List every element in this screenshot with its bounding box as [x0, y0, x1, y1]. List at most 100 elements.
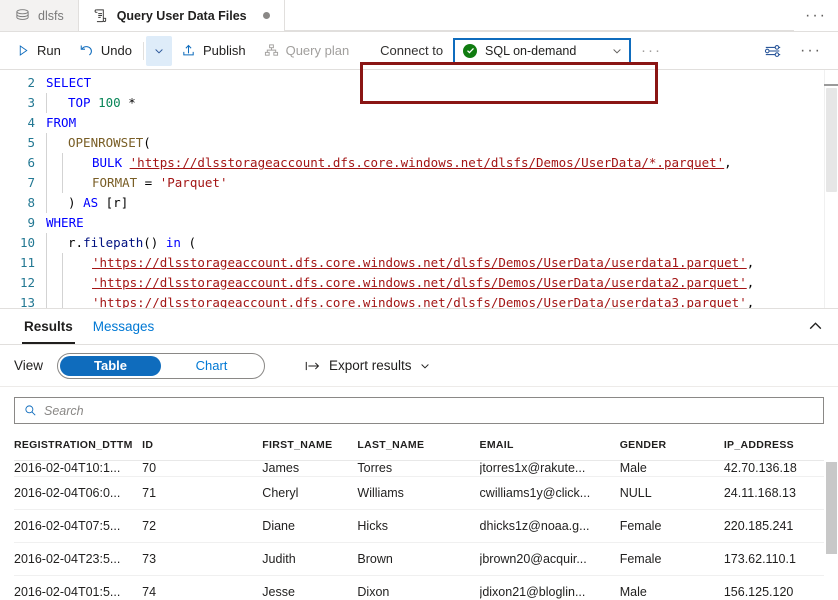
tab-strip: dlsfs Query User Data Files ···	[0, 0, 838, 32]
table-row[interactable]: 2016-02-04T10:1... 70 James Torres jtorres1x…	[14, 460, 824, 477]
collapse-results-chevron-up-icon[interactable]	[792, 309, 838, 344]
table-cell: 156.125.120	[723, 575, 824, 600]
code-line: 13 'https://dlsstorageaccount.dfs.core.wi…	[0, 293, 838, 308]
indent-guide	[46, 253, 62, 273]
view-mode-toggle: Table Chart	[57, 352, 266, 379]
code-line: 7 FORMAT = 'Parquet'	[0, 173, 838, 193]
code-text: TOP 100 *	[68, 93, 136, 113]
query-editor-window: dlsfs Query User Data Files ··· Run Undo…	[0, 0, 838, 600]
play-icon	[15, 43, 31, 59]
code-token: r	[68, 235, 76, 250]
sql-code-editor[interactable]: 2 SELECT 3 TOP 100 * 4 FROM 5 OPENROWSET(6 BULK …	[0, 70, 838, 308]
code-line: 4 FROM	[0, 113, 838, 133]
results-vertical-scrollbar[interactable]	[825, 460, 838, 600]
table-cell: Male	[619, 460, 724, 477]
column-header[interactable]: GENDER	[619, 430, 724, 461]
publish-button[interactable]: Publish	[172, 36, 255, 66]
tab-query-user-data-files[interactable]: Query User Data Files	[78, 0, 285, 31]
column-header[interactable]: FIRST_NAME	[262, 430, 358, 461]
indent-guide	[46, 173, 62, 193]
connection-dropdown[interactable]: SQL on-demand	[453, 37, 632, 64]
column-header[interactable]: ID	[142, 430, 263, 461]
tab-dlsfs[interactable]: dlsfs	[0, 0, 79, 31]
tab-label: Query User Data Files	[116, 8, 247, 23]
table-cell: Diane	[262, 509, 358, 543]
results-view-toolbar: View Table Chart Export results	[0, 345, 838, 387]
code-token: ,	[746, 295, 755, 308]
code-token: OPENROWSET	[68, 135, 144, 150]
table-cell: Williams	[357, 476, 480, 510]
table-cell: Torres	[357, 460, 480, 477]
results-search-row: Search	[0, 387, 838, 430]
undo-button[interactable]: Undo	[70, 36, 141, 66]
table-cell: James	[262, 460, 358, 477]
code-text: OPENROWSET(	[68, 133, 151, 153]
column-header[interactable]: REGISTRATION_DTTM	[14, 430, 143, 461]
tab-messages[interactable]: Messages	[83, 309, 165, 344]
sql-script-icon	[93, 8, 109, 24]
view-mode-chart-button[interactable]: Chart	[161, 356, 262, 376]
indent-guide	[62, 253, 84, 273]
view-mode-table-label: Table	[94, 358, 128, 373]
line-number: 9	[27, 215, 35, 230]
line-number: 8	[27, 195, 35, 210]
table-cell: dhicks1z@noaa.g...	[479, 509, 620, 543]
indent-guide	[62, 293, 84, 308]
code-token: ,	[724, 155, 732, 170]
export-results-label: Export results	[329, 358, 412, 373]
undo-label: Undo	[100, 43, 132, 58]
column-header[interactable]: IP_ADDRESS	[723, 430, 824, 461]
table-cell: cwilliams1y@click...	[479, 476, 620, 510]
table-cell: Judith	[262, 542, 358, 576]
line-number: 11	[19, 255, 35, 270]
results-panel: Results Messages View Table Chart Export…	[0, 308, 838, 600]
code-line: 5 OPENROWSET(	[0, 133, 838, 153]
command-bar-more-button[interactable]: ···	[794, 42, 828, 60]
column-header[interactable]: EMAIL	[479, 430, 620, 461]
table-row[interactable]: 2016-02-04T01:5... 74 Jesse Dixon jdixon21@b…	[14, 575, 824, 600]
editor-scroll-marker	[824, 84, 838, 86]
line-number: 13	[19, 295, 35, 308]
column-header[interactable]: LAST_NAME	[357, 430, 480, 461]
view-mode-table-button[interactable]: Table	[60, 355, 162, 376]
code-text: WHERE	[46, 213, 84, 233]
code-token: SELECT	[46, 75, 92, 90]
tab-strip-filler	[284, 0, 794, 31]
tab-strip-overflow-button[interactable]: ···	[794, 0, 838, 31]
tab-results-label: Results	[24, 319, 73, 334]
indent-guide	[46, 233, 62, 253]
publish-upload-icon	[181, 43, 197, 59]
indent-guide	[62, 273, 84, 293]
settings-sliders-icon[interactable]	[758, 36, 788, 66]
editor-vertical-scrollbar[interactable]	[824, 70, 838, 308]
results-scrollbar-thumb[interactable]	[826, 462, 837, 554]
table-cell: Jesse	[262, 575, 358, 600]
run-button[interactable]: Run	[6, 36, 70, 66]
line-number: 3	[27, 95, 35, 110]
code-token: BULK	[92, 155, 130, 170]
indent-guide	[46, 273, 62, 293]
editor-scrollbar-thumb[interactable]	[826, 88, 837, 192]
export-results-button[interactable]: Export results	[305, 358, 431, 373]
code-text: 'https://dlsstorageaccount.dfs.core.wind…	[92, 293, 754, 308]
unsaved-indicator-dot	[262, 12, 270, 19]
line-number: 12	[19, 275, 35, 290]
code-token: filepath	[83, 235, 144, 250]
search-input[interactable]: Search	[14, 397, 824, 424]
indent-guide	[46, 93, 62, 113]
connect-to-label: Connect to	[380, 43, 444, 58]
table-row[interactable]: 2016-02-04T23:5... 73 Judith Brown jbrown20@…	[14, 542, 824, 576]
tab-results[interactable]: Results	[14, 309, 83, 344]
tab-label: dlsfs	[38, 8, 64, 23]
command-bar-overflow-button[interactable]: ···	[641, 42, 662, 59]
code-text: ) AS [r]	[68, 193, 128, 213]
table-cell: jtorres1x@rakute...	[479, 460, 620, 477]
search-icon	[24, 404, 37, 417]
table-cell: Female	[619, 509, 724, 543]
line-number: 5	[27, 135, 35, 150]
table-row[interactable]: 2016-02-04T06:0... 71 Cheryl Williams cwilli…	[14, 476, 824, 510]
table-row[interactable]: 2016-02-04T07:5... 72 Diane Hicks dhicks1z@n…	[14, 509, 824, 543]
database-icon	[14, 8, 30, 24]
line-number: 6	[27, 155, 35, 170]
undo-more-chevron-down-icon[interactable]	[145, 35, 172, 66]
